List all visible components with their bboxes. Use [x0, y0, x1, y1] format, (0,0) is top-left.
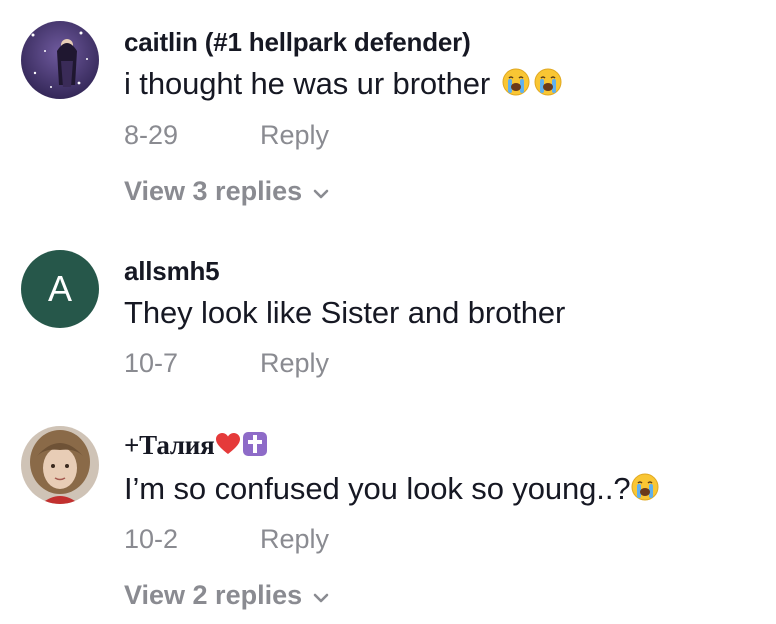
avatar[interactable]	[21, 426, 99, 504]
view-replies-label: View 2 replies	[124, 580, 303, 610]
comment-text: I’m so confused you look so young..?	[124, 471, 660, 510]
reply-button[interactable]: Reply	[260, 120, 329, 151]
red-heart-icon	[215, 432, 241, 463]
username[interactable]: +Талия	[124, 430, 268, 464]
chevron-down-icon	[312, 176, 330, 207]
avatar[interactable]: A	[21, 250, 99, 328]
reply-button[interactable]: Reply	[260, 348, 329, 379]
avatar[interactable]	[21, 21, 99, 99]
username[interactable]: caitlin (#1 hellpark defender)	[124, 27, 471, 58]
view-replies-button[interactable]: View 2 replies	[124, 580, 330, 611]
loudly-crying-face-icon	[630, 472, 660, 510]
view-replies-label: View 3 replies	[124, 176, 303, 206]
latin-cross-icon	[242, 431, 268, 464]
view-replies-button[interactable]: View 3 replies	[124, 176, 330, 207]
comment-text: i thought he was ur brother	[124, 66, 563, 105]
chevron-down-icon	[312, 580, 330, 611]
comment-meta: 10-2 Reply	[124, 524, 329, 555]
comment-date: 10-2	[124, 524, 179, 554]
reply-button[interactable]: Reply	[260, 524, 329, 555]
comment-date: 10-7	[124, 348, 179, 378]
username[interactable]: allsmh5	[124, 256, 220, 287]
comment-meta: 10-7 Reply	[124, 348, 329, 379]
loudly-crying-face-icon	[533, 67, 563, 105]
loudly-crying-face-icon	[501, 67, 531, 105]
comment-date: 8-29	[124, 120, 179, 150]
comment-meta: 8-29 Reply	[124, 120, 329, 151]
comment-text: They look like Sister and brother	[124, 295, 566, 330]
